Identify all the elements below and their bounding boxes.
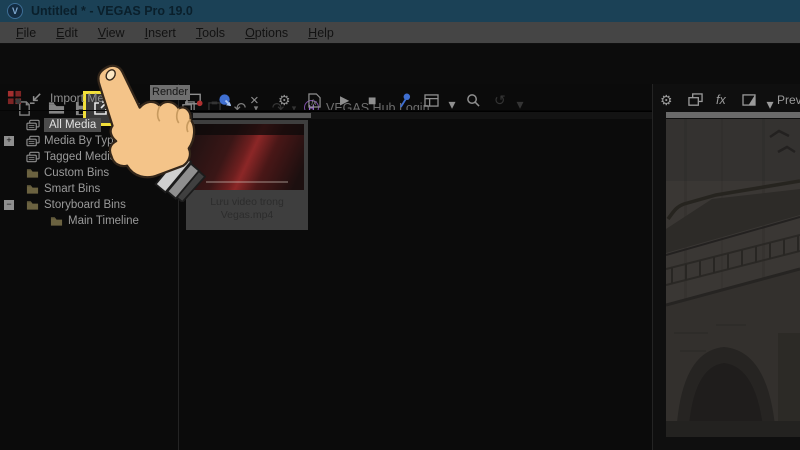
split-screen-icon [742,94,756,106]
project-media-tab-icon[interactable] [7,90,22,110]
start-preview-button[interactable]: ▶ [340,90,349,110]
menu-edit[interactable]: Edit [46,22,88,44]
history-loop-icon: ↺ [494,92,506,109]
svg-text:fx: fx [311,100,317,107]
recapture-button[interactable]: ↺ [494,90,506,110]
tree-item-main-timeline[interactable]: Main Timeline [50,213,139,229]
search-media-button[interactable] [466,90,480,110]
pointing-hand-cursor [88,64,206,202]
menu-insert[interactable]: Insert [135,22,186,44]
media-fx-icon: fx [308,93,321,108]
folder-icon [50,216,63,227]
folder-icon [26,200,39,211]
window-title: Untitled * - VEGAS Pro 19.0 [31,0,193,22]
expand-plus-icon[interactable]: + [4,136,14,146]
menu-view[interactable]: View [88,22,135,44]
folder-icon [26,168,39,179]
split-screen-view-button[interactable] [742,90,756,110]
menu-file[interactable]: File [6,22,46,44]
thumbnail-subtitle-line [206,181,288,183]
media-tags-button[interactable] [398,90,411,110]
external-monitor-button[interactable] [688,90,703,110]
gear-icon: ⚙ [278,92,291,109]
remove-media-button[interactable]: × [250,90,259,110]
search-icon [466,93,480,107]
chevron-down-icon: ▾ [766,96,773,113]
menu-tools[interactable]: Tools [186,22,235,44]
play-icon: ▶ [340,93,349,107]
folder-icon [26,184,39,195]
media-properties-button[interactable]: ⚙ [278,90,291,110]
media-stack-icon [26,135,40,148]
import-media-icon[interactable] [28,91,43,111]
grid-view-icon [424,94,439,107]
chevron-down-icon: ▾ [516,96,523,113]
clip-thumbnail [190,124,304,190]
thumbnail-top-band [190,124,304,135]
preview-scrollbar-thumb[interactable] [666,112,800,118]
media-scrollbar-thumb[interactable] [193,113,311,118]
views-button[interactable] [424,90,439,110]
get-media-from-web-button[interactable] [218,90,233,110]
menu-help[interactable]: Help [298,22,344,44]
tree-label: Main Timeline [68,215,139,227]
media-fx-button[interactable]: fx [308,90,321,110]
gear-icon: ⚙ [660,92,673,109]
vegas-logo-icon: V [7,3,23,19]
chevron-down-icon: ▾ [448,96,455,113]
clip-name: Lưu video trong Vegas.mp4 [194,196,300,222]
remove-x-icon: × [250,92,259,109]
collapse-minus-icon[interactable]: − [4,200,14,210]
fx-icon: fx [716,93,726,107]
preview-quality-label[interactable]: Preview [777,90,800,110]
preview-video-frame [666,119,800,437]
stop-preview-button[interactable]: ■ [368,90,376,110]
menu-options[interactable]: Options [235,22,298,44]
media-stack-icon [26,119,40,132]
video-output-fx-button[interactable]: fx [716,90,726,110]
overlap-windows-icon [688,93,703,108]
tag-pin-icon [398,93,411,108]
web-download-icon [218,93,233,108]
preview-properties-button[interactable]: ⚙ [660,90,673,110]
menu-bar: File Edit View Insert Tools Options Help [0,22,800,44]
title-bar: V Untitled * - VEGAS Pro 19.0 [0,0,800,22]
media-stack-icon [26,151,40,164]
stop-icon: ■ [368,92,376,108]
split-screen-dropdown[interactable]: ▾ [764,94,776,114]
